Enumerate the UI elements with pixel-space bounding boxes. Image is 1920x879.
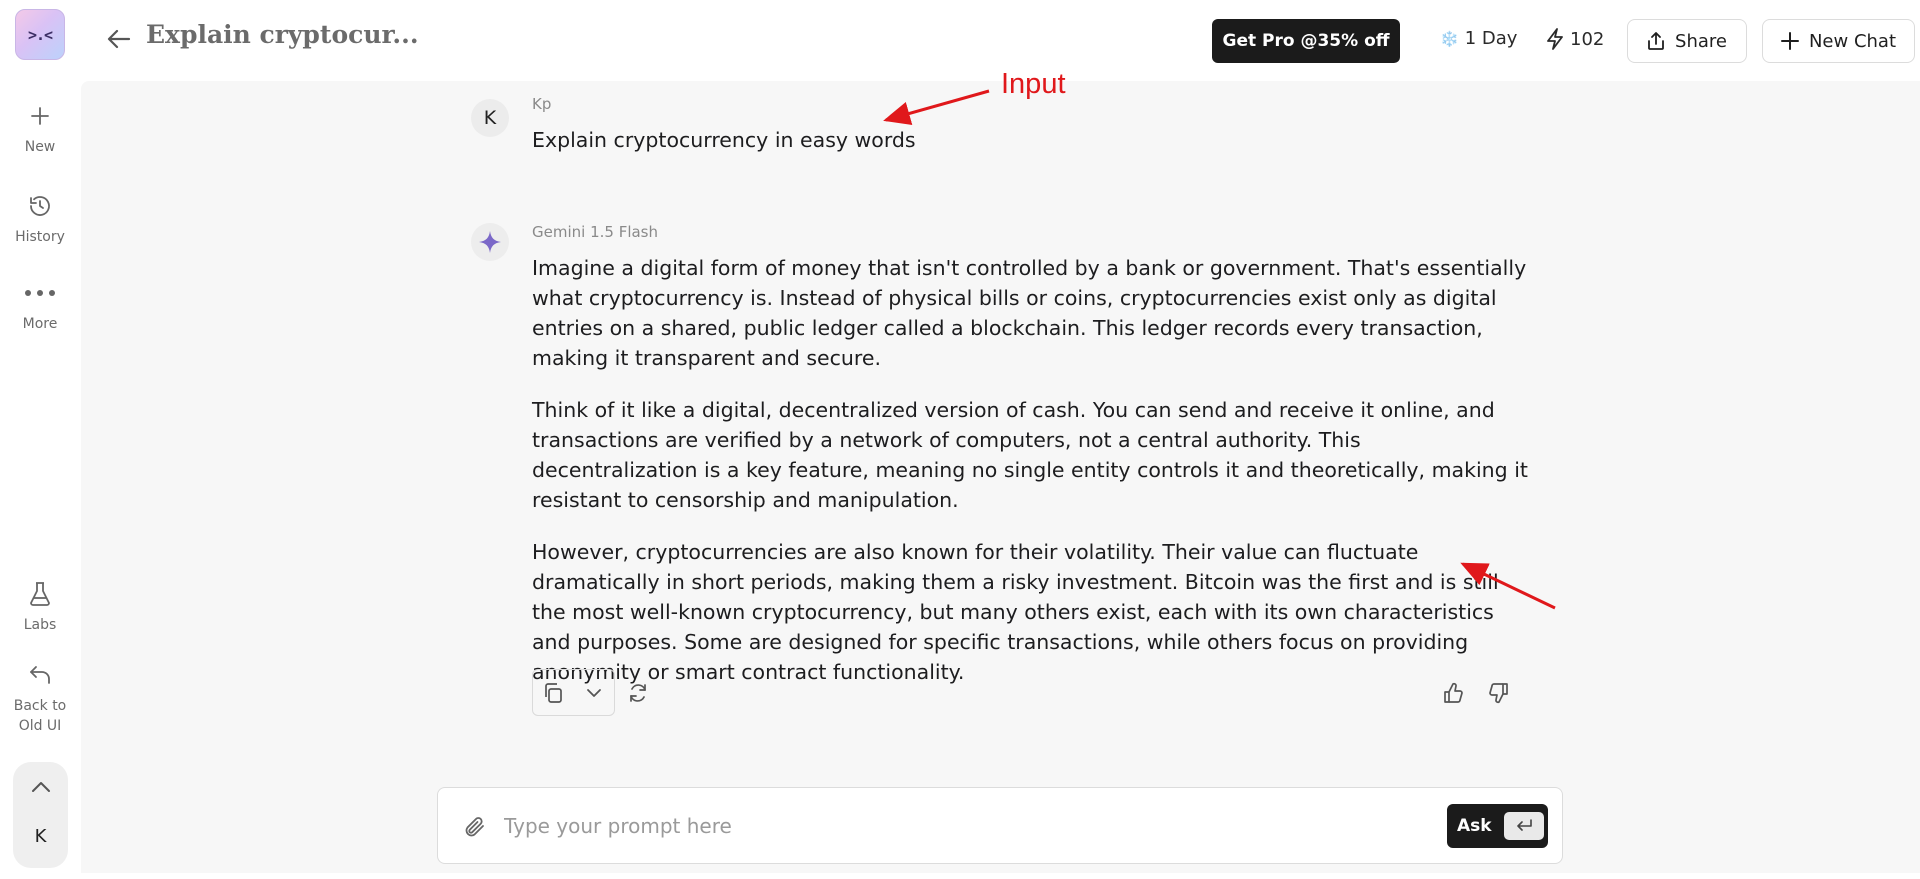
bot-paragraph: Think of it like a digital, decentralize… bbox=[532, 398, 1528, 512]
arrow-left-icon bbox=[107, 29, 131, 49]
sidebar-item-label: More bbox=[22, 316, 58, 332]
streak-indicator[interactable]: ❄️ 1 Day bbox=[1440, 28, 1517, 49]
lightning-icon bbox=[1547, 28, 1563, 50]
undo-arrow-icon bbox=[28, 660, 52, 690]
paperclip-icon bbox=[465, 817, 484, 837]
ask-button[interactable]: Ask bbox=[1447, 804, 1548, 848]
copy-actions-group bbox=[532, 669, 615, 716]
new-chat-button[interactable]: New Chat bbox=[1762, 19, 1915, 63]
prompt-bar: Ask bbox=[437, 787, 1563, 864]
sidebar-item-history[interactable]: History bbox=[0, 191, 80, 247]
sidebar-item-new[interactable]: New bbox=[0, 101, 80, 157]
model-name: Gemini 1.5 Flash bbox=[532, 223, 659, 241]
plus-icon bbox=[30, 101, 50, 131]
chat-title: Explain cryptocur... bbox=[146, 20, 419, 49]
credits-label: 102 bbox=[1570, 28, 1605, 50]
gemini-sparkle-icon bbox=[479, 231, 501, 253]
chevron-up-icon[interactable] bbox=[13, 772, 68, 802]
top-bar: Explain cryptocur... Get Pro @35% off ❄️… bbox=[80, 0, 1920, 80]
sidebar-item-label: History bbox=[15, 229, 65, 245]
sidebar-item-more[interactable]: More bbox=[0, 278, 80, 334]
refresh-icon bbox=[630, 684, 646, 702]
annotation-arrow-input bbox=[883, 89, 990, 126]
plus-icon bbox=[1780, 32, 1799, 50]
sidebar-item-back-to-old-ui[interactable]: Back to Old UI bbox=[0, 660, 80, 736]
thumbs-up-icon bbox=[1444, 682, 1463, 703]
history-icon bbox=[28, 191, 52, 221]
user-name: Kp bbox=[532, 95, 552, 113]
copy-options-dropdown[interactable] bbox=[574, 670, 615, 715]
app-logo[interactable]: >.< bbox=[15, 9, 65, 60]
left-sidebar: >.< New History More Labs Back to Old UI… bbox=[0, 0, 80, 879]
share-button[interactable]: Share bbox=[1627, 19, 1747, 63]
sidebar-item-labs[interactable]: Labs bbox=[0, 579, 80, 635]
sidebar-item-label: New bbox=[24, 139, 56, 155]
sidebar-item-label: Back to Old UI bbox=[13, 698, 67, 734]
chat-panel: K Kp Explain cryptocurrency in easy word… bbox=[81, 68, 1920, 873]
thumbs-up-button[interactable] bbox=[1439, 679, 1467, 707]
back-button[interactable] bbox=[104, 24, 134, 54]
attach-button[interactable] bbox=[460, 812, 490, 842]
credits-indicator[interactable]: 102 bbox=[1546, 28, 1604, 50]
share-icon bbox=[1648, 32, 1664, 50]
account-panel: K bbox=[13, 762, 68, 868]
get-pro-button[interactable]: Get Pro @35% off bbox=[1212, 19, 1400, 63]
annotation-input-label: Input bbox=[1001, 68, 1066, 100]
account-avatar[interactable]: K bbox=[13, 826, 68, 847]
thumbs-down-button[interactable] bbox=[1485, 679, 1513, 707]
user-message: Explain cryptocurrency in easy words bbox=[532, 128, 916, 152]
sidebar-item-label: Labs bbox=[23, 617, 57, 633]
ask-label: Ask bbox=[1457, 816, 1492, 836]
more-dots-icon bbox=[24, 278, 56, 308]
snowflake-icon: ❄️ bbox=[1440, 29, 1459, 48]
prompt-input[interactable] bbox=[502, 806, 1382, 846]
bot-paragraph: However, cryptocurrencies are also known… bbox=[532, 540, 1499, 684]
chevron-down-icon bbox=[586, 688, 601, 697]
gemini-avatar bbox=[471, 223, 509, 261]
share-label: Share bbox=[1675, 30, 1727, 52]
logo-text: >.< bbox=[27, 25, 53, 44]
enter-key-icon bbox=[1503, 812, 1544, 840]
streak-label: 1 Day bbox=[1464, 28, 1518, 49]
copy-icon bbox=[545, 682, 563, 703]
bot-message: Imagine a digital form of money that isn… bbox=[532, 253, 1532, 709]
new-chat-label: New Chat bbox=[1808, 30, 1897, 52]
bot-paragraph: Imagine a digital form of money that isn… bbox=[532, 256, 1527, 370]
copy-button[interactable] bbox=[533, 670, 574, 715]
regenerate-button[interactable] bbox=[624, 679, 652, 707]
user-avatar: K bbox=[471, 99, 509, 137]
thumbs-down-icon bbox=[1489, 683, 1508, 704]
flask-icon bbox=[29, 579, 51, 609]
